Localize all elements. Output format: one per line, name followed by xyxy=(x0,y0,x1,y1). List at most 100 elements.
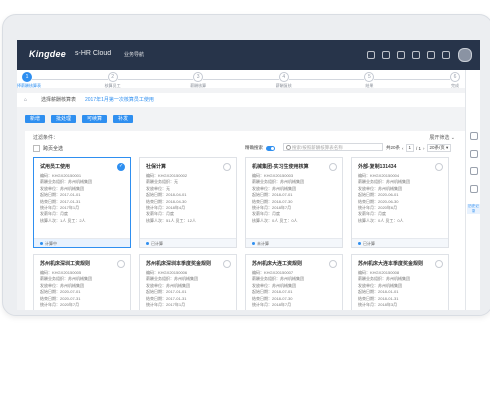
batch-button[interactable]: 批处理 xyxy=(51,115,77,123)
bell-icon[interactable] xyxy=(397,51,405,59)
reissue-button[interactable]: 补发 xyxy=(113,115,134,123)
share-icon[interactable] xyxy=(470,132,478,140)
card-title: 苏州机床深圳工资规则 xyxy=(40,261,91,267)
status-dot-icon xyxy=(40,242,43,246)
card-select-radio[interactable] xyxy=(117,163,125,171)
card-status: 已计算 xyxy=(352,238,448,247)
app-screen: Kingdee s-HR Cloud 业务导航 1选择薪酬核算表2核算员工3薪酬… xyxy=(17,40,480,310)
card-field: 核算人次：51人 员工：12人 xyxy=(146,217,197,223)
salary-table-card[interactable]: 社保计算编码：KHGX20150002 薪酬业务组织：无 发放单位：无 起始日期：20… xyxy=(139,157,237,248)
star-icon[interactable] xyxy=(382,51,390,59)
gear-icon[interactable] xyxy=(427,51,435,59)
card-status-label: 未计算 xyxy=(257,241,269,246)
message-icon[interactable] xyxy=(470,167,478,175)
help-icon[interactable] xyxy=(470,185,478,193)
status-dot-icon xyxy=(252,242,255,246)
step-label: 薪酬核算 xyxy=(190,83,207,88)
card-status-label: 已计算 xyxy=(363,241,375,246)
step-label: 选择薪酬核算表 xyxy=(17,83,41,88)
business-nav-menu[interactable]: 业务导航 xyxy=(124,51,144,58)
breadcrumb: ⌂ 选择薪酬核算表 2017年1月第一次核算员工使用 xyxy=(17,93,465,107)
page-number-input[interactable]: 1 xyxy=(405,144,415,152)
mail-icon[interactable] xyxy=(412,51,420,59)
document-icon[interactable] xyxy=(470,150,478,158)
filter-label: 过滤条件： xyxy=(33,135,59,141)
action-toolbar: 新增 批处理 可续算 补发 xyxy=(25,115,134,123)
card-field: 核算人次：0人 员工：0人 xyxy=(252,217,298,223)
salary-table-card[interactable]: 苏州机床深圳本季度奖金规则 编码：KHGX20150006 薪酬业务组织：苏州机械集… xyxy=(139,254,237,310)
card-field: 统计年月：2017年1月 xyxy=(146,302,186,308)
search-input[interactable]: 搜索/按照薪酬核算表名称 xyxy=(283,143,383,151)
home-icon[interactable]: ⌂ xyxy=(24,93,27,107)
card-fields: 编码：KHGX20150002 薪酬业务组织：无 发放单位：无 起始日期：2018-0… xyxy=(146,173,196,224)
grid-icon[interactable] xyxy=(442,51,450,59)
chart-icon[interactable] xyxy=(367,51,375,59)
card-select-radio[interactable] xyxy=(329,163,337,171)
precise-search-label: 精确搜索 xyxy=(245,145,263,150)
salary-table-card[interactable]: 苏州机床深圳工资规则编码：KHGX20150005 薪酬业务组织：苏州机械集团 发放… xyxy=(33,254,131,310)
card-field: 薪酬业务组织：苏州机械集团 xyxy=(252,179,304,185)
card-field: 薪酬业务组织：苏州机械集团 xyxy=(40,276,92,282)
step-number: 4 xyxy=(278,72,289,82)
card-field: 薪酬业务组织：苏州机械集团 xyxy=(358,179,410,185)
search-icon xyxy=(286,145,291,150)
user-avatar[interactable] xyxy=(458,48,472,62)
card-title: 外部-复制131434 xyxy=(358,164,397,170)
expand-filter-toggle[interactable]: 展开筛选 ⌄ xyxy=(429,134,455,141)
card-field: 薪酬业务组织：苏州机械集团 xyxy=(358,276,410,282)
card-title: 社保计算 xyxy=(146,164,167,170)
card-fields: 编码：KHGX20150004 薪酬业务组织：苏州机械集团 发放单位：苏州机械集团起… xyxy=(358,173,410,224)
card-status: 计算中 xyxy=(34,238,130,247)
card-title: 苏州机床大连工资规则 xyxy=(252,261,303,267)
precise-search: 精确搜索 xyxy=(245,145,275,151)
next-page-button[interactable]: › xyxy=(423,146,425,151)
card-select-radio[interactable] xyxy=(117,260,125,268)
select-all-checkbox[interactable] xyxy=(33,145,40,152)
step-number: 2 xyxy=(107,72,118,82)
card-field: 统计年月：2020年7月 xyxy=(40,302,80,308)
card-fields: 编码：KHGX20150003 薪酬业务组织：苏州机械集团 发放单位：苏州机械集团起… xyxy=(252,173,304,224)
card-field: 统计年月：2018年7月 xyxy=(252,302,292,308)
card-select-radio[interactable] xyxy=(435,163,443,171)
card-status-label: 已计算 xyxy=(151,241,163,246)
card-select-radio[interactable] xyxy=(223,163,231,171)
card-list-panel: 过滤条件： 展开筛选 ⌄ 跨页全选 精确搜索 搜索/按照薪酬核算表名称 共20条… xyxy=(25,131,465,310)
card-fields: 编码：KHGX20150008 薪酬业务组织：苏州机械集团 发放单位：苏州机械集团起… xyxy=(358,270,410,308)
card-fields: 编码：KHGX20150001 薪酬业务组织：苏州机械集团 发放单位：苏州机械集团起… xyxy=(40,173,92,224)
card-title: 机械集团-实习生使用核算 xyxy=(252,164,309,170)
tablet-frame: Kingdee s-HR Cloud 业务导航 1选择薪酬核算表2核算员工3薪酬… xyxy=(2,14,490,316)
card-status: 未计算 xyxy=(246,238,342,247)
search-placeholder: 搜索/按照薪酬核算表名称 xyxy=(292,145,343,150)
continue-calc-button[interactable]: 可续算 xyxy=(82,115,108,123)
salary-table-card[interactable]: 试用员工使用编码：KHGX20150001薪酬业务组织：苏州机械集团发放单位：苏… xyxy=(33,157,131,248)
wizard-step: 4 薪酬复核 xyxy=(249,72,319,89)
step-label: 薪酬复核 xyxy=(275,83,292,88)
card-select-radio[interactable] xyxy=(329,260,337,268)
step-label: 核算员工 xyxy=(104,83,121,88)
salary-table-card[interactable]: 机械集团-实习生使用核算编码：KHGX20150003 薪酬业务组织：苏州机械集团… xyxy=(245,157,343,248)
breadcrumb-level1[interactable]: 选择薪酬核算表 xyxy=(41,93,76,107)
breadcrumb-level2: 2017年1月第一次核算员工使用 xyxy=(85,97,154,103)
add-button[interactable]: 新增 xyxy=(25,115,46,123)
card-field: 核算人次：0人 员工：0人 xyxy=(358,217,404,223)
precise-search-toggle[interactable] xyxy=(266,145,275,151)
card-title: 苏州机床大连本季度奖金规则 xyxy=(358,261,424,267)
card-field: 薪酬业务组织：苏州机械集团 xyxy=(252,276,304,282)
page-size-select[interactable]: 20条/页 ▾ xyxy=(426,144,452,152)
right-tool-rail: 历史记录 xyxy=(465,70,480,310)
card-field: 薪酬业务组织：苏州机械集团 xyxy=(40,179,92,185)
prev-page-button[interactable]: ‹ xyxy=(402,146,404,151)
salary-table-card[interactable]: 苏州机床大连工资规则 编码：KHGX20150007 薪酬业务组织：苏州机械集团 发放… xyxy=(245,254,343,310)
salary-table-card[interactable]: 苏州机床大连本季度奖金规则编码：KHGX20150008 薪酬业务组织：苏州机械集… xyxy=(351,254,449,310)
brand-logo: Kingdee xyxy=(29,49,66,59)
card-field: 统计年月：2018年3月 xyxy=(358,302,398,308)
page-total: / 1 xyxy=(416,145,422,151)
card-select-radio[interactable] xyxy=(435,260,443,268)
history-tab[interactable]: 历史记录 xyxy=(467,204,480,214)
select-all-pages[interactable]: 跨页全选 xyxy=(33,145,63,152)
card-fields: 编码：KHGX20150005 薪酬业务组织：苏州机械集团 发放单位：苏州机械集团起… xyxy=(40,270,92,308)
salary-table-card[interactable]: 外部-复制131434 编码：KHGX20150004 薪酬业务组织：苏州机械集团发… xyxy=(351,157,449,248)
card-select-radio[interactable] xyxy=(223,260,231,268)
select-all-label: 跨页全选 xyxy=(43,146,64,152)
top-navigation-bar: Kingdee s-HR Cloud 业务导航 xyxy=(17,40,480,70)
